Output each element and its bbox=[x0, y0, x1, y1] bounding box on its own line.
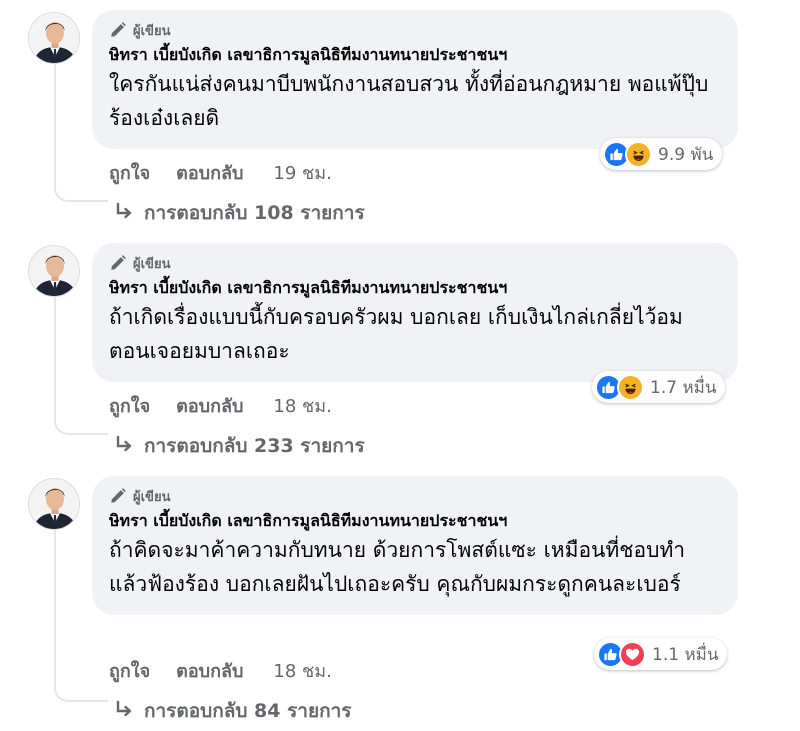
comment-actions: ถูกใจ ตอบกลับ 18 ชม. bbox=[109, 656, 332, 685]
reply-arrow-icon bbox=[114, 201, 134, 226]
reply-button[interactable]: ตอบกลับ bbox=[176, 656, 243, 685]
reply-arrow-icon bbox=[114, 699, 134, 724]
comment-thread: ผู้เขียน ษิทรา เบี้ยบังเกิด เลขาธิการมูล… bbox=[0, 0, 800, 232]
pencil-icon bbox=[109, 254, 127, 272]
author-badge-label: ผู้เขียน bbox=[133, 256, 171, 272]
comment-thread: ผู้เขียน ษิทรา เบี้ยบังเกิด เลขาธิการมูล… bbox=[0, 233, 800, 465]
comment-timestamp[interactable]: 18 ชม. bbox=[273, 656, 331, 685]
reaction-summary[interactable]: 9.9 พัน bbox=[600, 138, 723, 170]
author-badge-label: ผู้เขียน bbox=[133, 489, 171, 505]
author-badge-label: ผู้เขียน bbox=[133, 23, 171, 39]
pencil-icon bbox=[109, 487, 127, 505]
comment-text: ถ้าคิดจะมาค้าความกับทนาย ด้วยการโพสต์แซะ… bbox=[109, 538, 686, 596]
love-icon bbox=[619, 640, 646, 668]
view-replies-link[interactable]: การตอบกลับ 108 รายการ bbox=[114, 198, 365, 228]
author-badge: ผู้เขียน bbox=[109, 484, 720, 508]
reaction-summary[interactable]: 1.7 หมื่น bbox=[592, 371, 726, 403]
like-button[interactable]: ถูกใจ bbox=[109, 158, 150, 187]
like-button[interactable]: ถูกใจ bbox=[109, 656, 150, 685]
comment-author[interactable]: ษิทรา เบี้ยบังเกิด เลขาธิการมูลนิธิทีมงา… bbox=[109, 510, 720, 532]
reply-button[interactable]: ตอบกลับ bbox=[176, 391, 243, 420]
comment-bubble: ผู้เขียน ษิทรา เบี้ยบังเกิด เลขาธิการมูล… bbox=[92, 476, 738, 615]
comment-text: ถ้าเกิดเรื่องแบบนี้กับครอบครัวผม บอกเลย … bbox=[109, 305, 683, 363]
comment-actions: ถูกใจ ตอบกลับ 19 ชม. bbox=[109, 158, 332, 187]
haha-icon bbox=[617, 373, 644, 401]
haha-icon bbox=[625, 140, 652, 168]
reaction-count: 9.9 พัน bbox=[658, 144, 714, 165]
comment-text: ใครกันแน่ส่งคนมาบีบพนักงานสอบสวน ทั้งที่… bbox=[109, 72, 709, 130]
view-replies-label: การตอบกลับ 108 รายการ bbox=[144, 202, 365, 224]
reply-button[interactable]: ตอบกลับ bbox=[176, 158, 243, 187]
comment-bubble: ผู้เขียน ษิทรา เบี้ยบังเกิด เลขาธิการมูล… bbox=[92, 10, 738, 149]
reply-arrow-icon bbox=[114, 434, 134, 459]
comment-author[interactable]: ษิทรา เบี้ยบังเกิด เลขาธิการมูลนิธิทีมงา… bbox=[109, 277, 720, 299]
comment-actions: ถูกใจ ตอบกลับ 18 ชม. bbox=[109, 391, 332, 420]
author-badge: ผู้เขียน bbox=[109, 18, 720, 42]
like-button[interactable]: ถูกใจ bbox=[109, 391, 150, 420]
pencil-icon bbox=[109, 21, 127, 39]
reaction-count: 1.7 หมื่น bbox=[650, 377, 717, 398]
view-replies-label: การตอบกลับ 233 รายการ bbox=[144, 435, 365, 457]
comment-author[interactable]: ษิทรา เบี้ยบังเกิด เลขาธิการมูลนิธิทีมงา… bbox=[109, 44, 720, 66]
view-replies-label: การตอบกลับ 84 รายการ bbox=[144, 700, 352, 722]
comment-thread: ผู้เขียน ษิทรา เบี้ยบังเกิด เลขาธิการมูล… bbox=[0, 466, 800, 731]
comment-timestamp[interactable]: 18 ชม. bbox=[273, 391, 331, 420]
view-replies-link[interactable]: การตอบกลับ 84 รายการ bbox=[114, 696, 351, 726]
comment-bubble: ผู้เขียน ษิทรา เบี้ยบังเกิด เลขาธิการมูล… bbox=[92, 243, 738, 382]
author-avatar[interactable] bbox=[28, 478, 80, 530]
reaction-summary[interactable]: 1.1 หมื่น bbox=[594, 638, 728, 670]
author-badge: ผู้เขียน bbox=[109, 251, 720, 275]
comment-timestamp[interactable]: 19 ชม. bbox=[273, 158, 331, 187]
view-replies-link[interactable]: การตอบกลับ 233 รายการ bbox=[114, 431, 365, 461]
author-avatar[interactable] bbox=[28, 245, 80, 297]
reaction-count: 1.1 หมื่น bbox=[652, 644, 719, 665]
author-avatar[interactable] bbox=[28, 12, 80, 64]
